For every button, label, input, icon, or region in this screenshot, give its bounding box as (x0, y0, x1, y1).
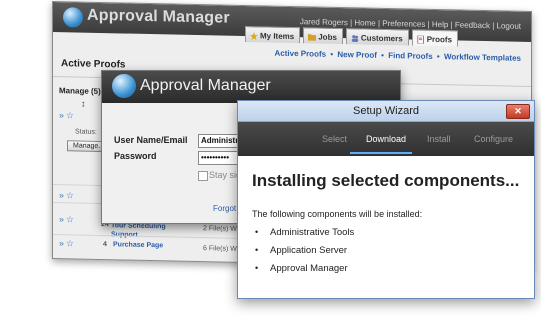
tab-label: Jobs (318, 32, 337, 42)
bullet-icon: • (255, 227, 259, 237)
link-active-proofs[interactable]: Active Proofs (275, 49, 327, 59)
step-download[interactable]: Download (366, 134, 406, 144)
folder-icon (308, 33, 317, 41)
close-button[interactable]: ✕ (506, 104, 530, 119)
tab-customers[interactable]: Customers (345, 28, 409, 46)
login-title: Approval Manager (140, 77, 271, 94)
list-item: • Application Server (252, 245, 526, 263)
link-new-proof[interactable]: New Proof (337, 50, 377, 60)
approval-manager-logo-icon (63, 7, 83, 28)
active-step-indicator (350, 152, 412, 154)
job-number: 4 (103, 241, 107, 249)
link-separator: • (381, 50, 384, 60)
list-item: • Approval Manager (252, 263, 526, 281)
row-action-icons[interactable]: »☆ (59, 214, 76, 225)
setup-wizard-window: Setup Wizard ✕ Select Download Install C… (237, 100, 535, 299)
wizard-body: Installing selected components... The fo… (252, 171, 526, 281)
password-label: Password (114, 151, 157, 161)
app-title: Approval Manager (87, 6, 230, 27)
component-name: Application Server (270, 245, 348, 256)
link-separator: • (330, 49, 334, 59)
step-select[interactable]: Select (322, 134, 347, 144)
list-item: • Administrative Tools (252, 227, 526, 245)
bullet-icon: • (255, 245, 259, 255)
tab-label: Proofs (426, 34, 453, 45)
username-label: User Name/Email (114, 135, 188, 145)
approval-manager-logo-icon (112, 74, 136, 98)
step-configure[interactable]: Configure (474, 134, 513, 144)
wizard-heading: Installing selected components... (252, 171, 520, 190)
job-name-link[interactable]: Tour Scheduling Support (111, 221, 171, 240)
row-action-icons[interactable]: »☆ (59, 190, 76, 201)
document-icon (417, 34, 425, 44)
star-icon (250, 31, 258, 40)
job-name-link[interactable]: Purchase Page (113, 241, 163, 249)
link-separator: • (436, 52, 440, 62)
tab-label: My Items (260, 31, 295, 42)
component-name: Approval Manager (270, 263, 348, 274)
component-name: Administrative Tools (270, 227, 355, 238)
tab-jobs[interactable]: Jobs (303, 27, 343, 45)
wizard-title: Setup Wizard (352, 105, 420, 117)
stay-signed-in-checkbox[interactable] (198, 171, 208, 181)
grid-header: Manage (5) (59, 86, 101, 96)
tab-my-items[interactable]: My Items (245, 26, 301, 44)
wizard-steps-bar: Select Download Install Configure (238, 122, 534, 156)
tab-label: Customers (360, 33, 403, 44)
row-action-icons[interactable]: »☆ (59, 238, 76, 249)
sort-icon[interactable]: ↕ (81, 99, 86, 109)
tab-proofs[interactable]: Proofs (411, 29, 459, 47)
row-action-icons[interactable]: »☆ (59, 110, 76, 121)
section-title: Active Proofs (61, 58, 126, 71)
proof-links: Active Proofs • New Proof • Find Proofs … (275, 49, 522, 63)
step-install[interactable]: Install (427, 134, 451, 144)
wizard-titlebar: Setup Wizard ✕ (238, 101, 534, 122)
people-icon (351, 34, 359, 42)
component-list: • Administrative Tools • Application Serve… (252, 227, 526, 281)
main-tabs: My Items Jobs Customers Proofs (245, 26, 459, 47)
wizard-description: The following components will be install… (252, 209, 423, 219)
link-workflow-templates[interactable]: Workflow Templates (444, 52, 521, 63)
status-label: Status: (75, 128, 97, 136)
bullet-icon: • (255, 263, 259, 273)
link-find-proofs[interactable]: Find Proofs (388, 51, 432, 61)
login-header: Approval Manager (102, 71, 400, 103)
